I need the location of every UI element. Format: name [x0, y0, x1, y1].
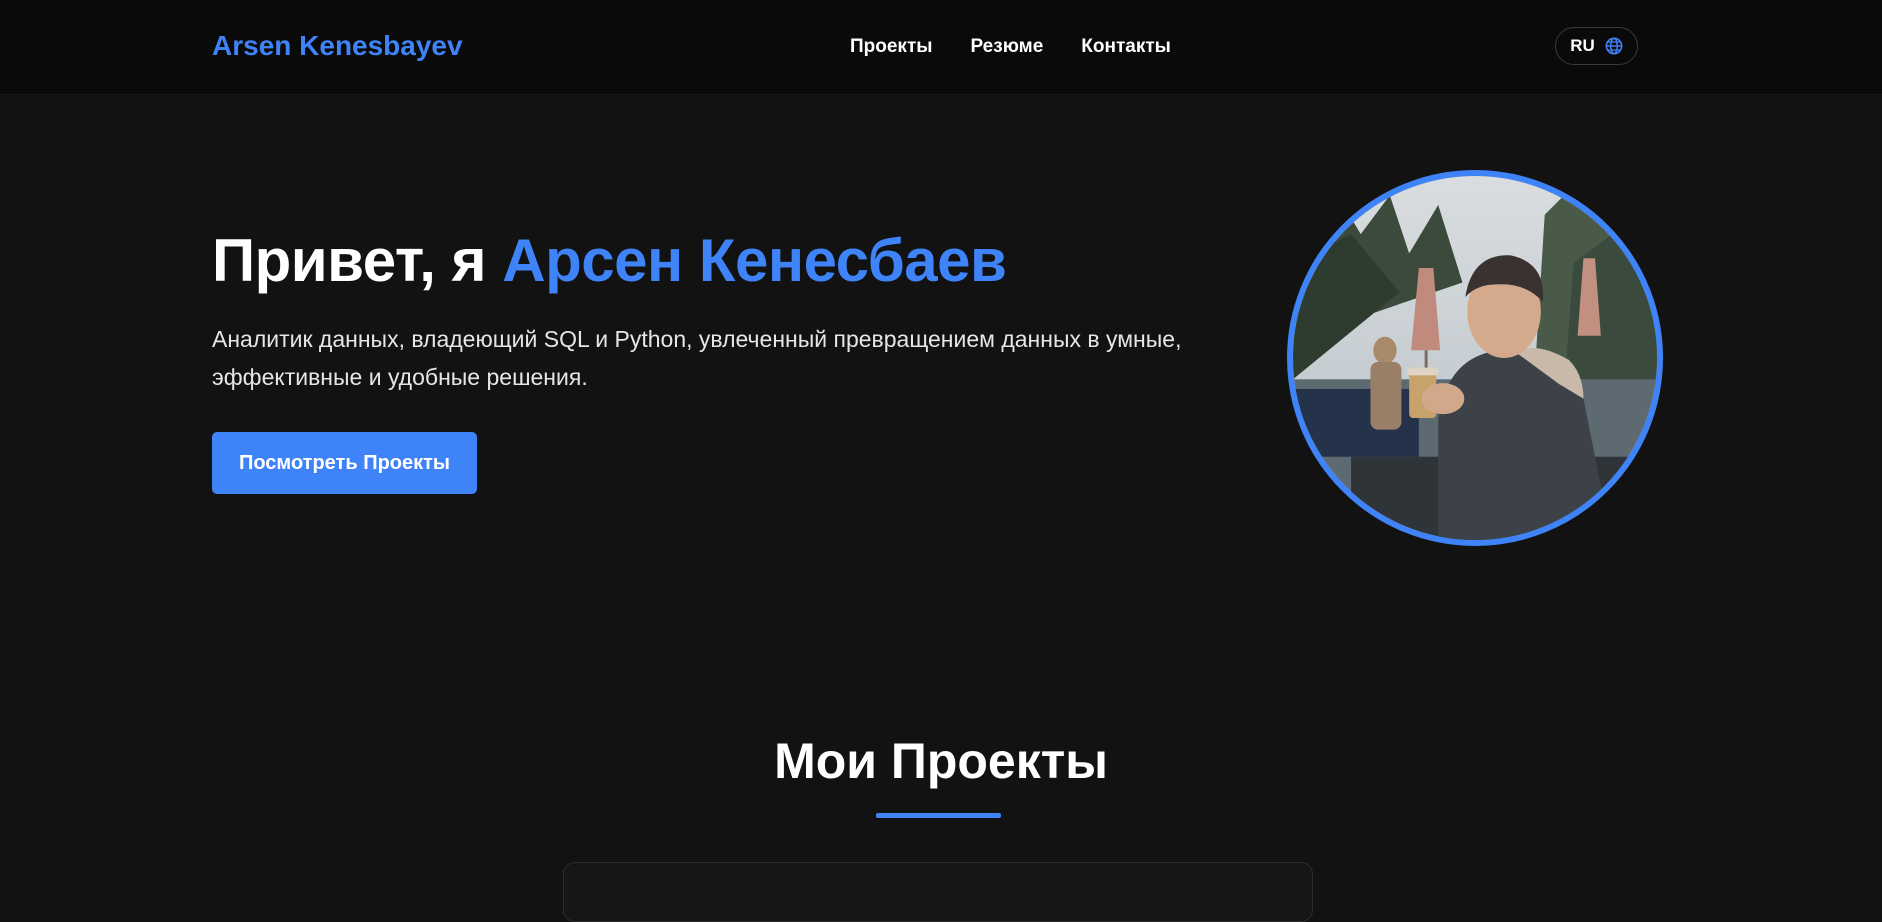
hero-greeting: Привет, я: [212, 227, 503, 294]
hero-subtitle: Аналитик данных, владеющий SQL и Python,…: [212, 326, 1182, 390]
main-nav: Проекты Резюме Контакты: [850, 36, 1171, 58]
language-switcher-button[interactable]: RU: [1555, 27, 1638, 65]
projects-heading: Мои Проекты: [774, 733, 1108, 789]
section-title-underline: [876, 813, 1001, 818]
language-label: RU: [1570, 36, 1595, 55]
hero-heading: Привет, я Арсен Кенесбаев: [212, 226, 1007, 295]
project-card[interactable]: [563, 862, 1313, 922]
nav-link-resume[interactable]: Резюме: [970, 36, 1043, 58]
profile-photo: [1287, 170, 1663, 546]
nav-link-projects[interactable]: Проекты: [850, 36, 932, 58]
top-navbar: Arsen Kenesbayev Проекты Резюме Контакты…: [0, 0, 1882, 95]
nav-link-contacts[interactable]: Контакты: [1081, 36, 1171, 58]
view-projects-button[interactable]: Посмотреть Проекты: [212, 432, 477, 494]
hero-name: Арсен Кенесбаев: [502, 227, 1007, 294]
globe-icon: [1605, 37, 1623, 55]
brand-logo-link[interactable]: Arsen Kenesbayev: [212, 30, 463, 62]
